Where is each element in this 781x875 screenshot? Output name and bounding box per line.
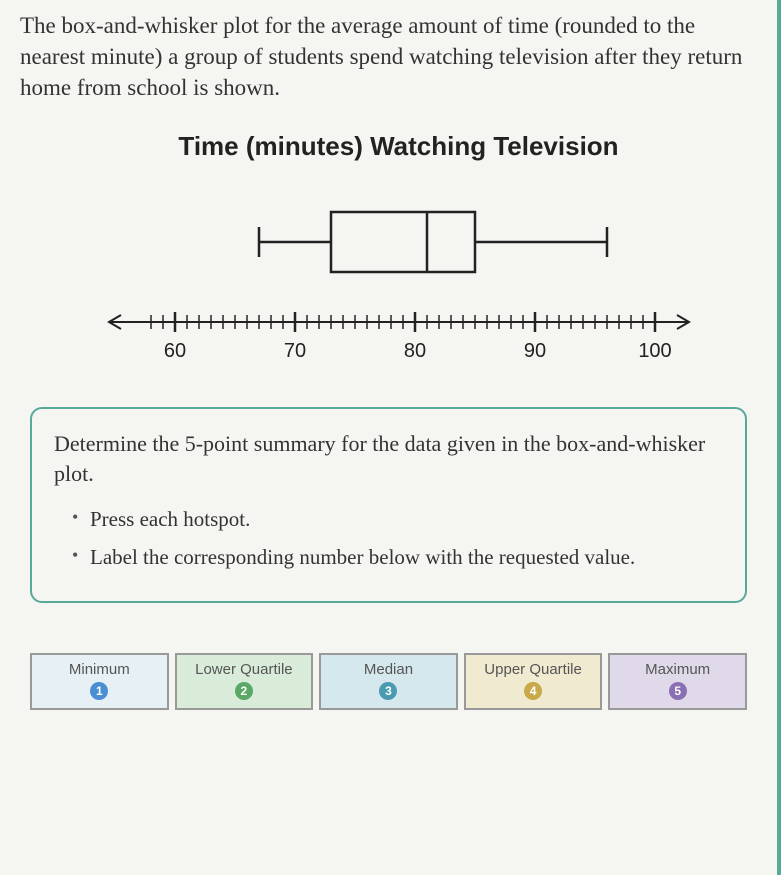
badge-icon: 3 — [379, 682, 397, 700]
tick-label: 100 — [638, 340, 671, 362]
chart-container: Time (minutes) Watching Television — [60, 131, 737, 377]
tick-label: 60 — [163, 340, 185, 362]
badge-icon: 1 — [90, 682, 108, 700]
answer-maximum[interactable]: Maximum 5 — [608, 653, 747, 710]
answer-upper-quartile[interactable]: Upper Quartile 4 — [464, 653, 603, 710]
boxplot-svg[interactable]: 60 70 80 90 100 — [89, 187, 709, 377]
answer-label: Median — [323, 661, 454, 678]
answer-label: Maximum — [612, 661, 743, 678]
tick-label: 90 — [523, 340, 545, 362]
answer-label: Upper Quartile — [468, 661, 599, 678]
page-container: The box-and-whisker plot for the average… — [0, 0, 781, 875]
instruction-list: Press each hotspot. Label the correspond… — [54, 505, 723, 572]
instruction-item: Label the corresponding number below wit… — [72, 543, 723, 571]
badge-icon: 5 — [669, 682, 687, 700]
answer-minimum[interactable]: Minimum 1 — [30, 653, 169, 710]
answer-lower-quartile[interactable]: Lower Quartile 2 — [175, 653, 314, 710]
tick-label: 80 — [403, 340, 425, 362]
problem-statement: The box-and-whisker plot for the average… — [20, 10, 757, 103]
instruction-box: Determine the 5-point summary for the da… — [30, 407, 747, 603]
box-rect — [331, 212, 475, 272]
axis-labels: 60 70 80 90 100 — [163, 340, 671, 362]
chart-title: Time (minutes) Watching Television — [60, 131, 737, 162]
answer-median[interactable]: Median 3 — [319, 653, 458, 710]
answer-label: Minimum — [34, 661, 165, 678]
answer-row: Minimum 1 Lower Quartile 2 Median 3 Uppe… — [30, 653, 747, 710]
instruction-item: Press each hotspot. — [72, 505, 723, 533]
instruction-title: Determine the 5-point summary for the da… — [54, 429, 723, 488]
tick-label: 70 — [283, 340, 305, 362]
answer-label: Lower Quartile — [179, 661, 310, 678]
badge-icon: 4 — [524, 682, 542, 700]
badge-icon: 2 — [235, 682, 253, 700]
